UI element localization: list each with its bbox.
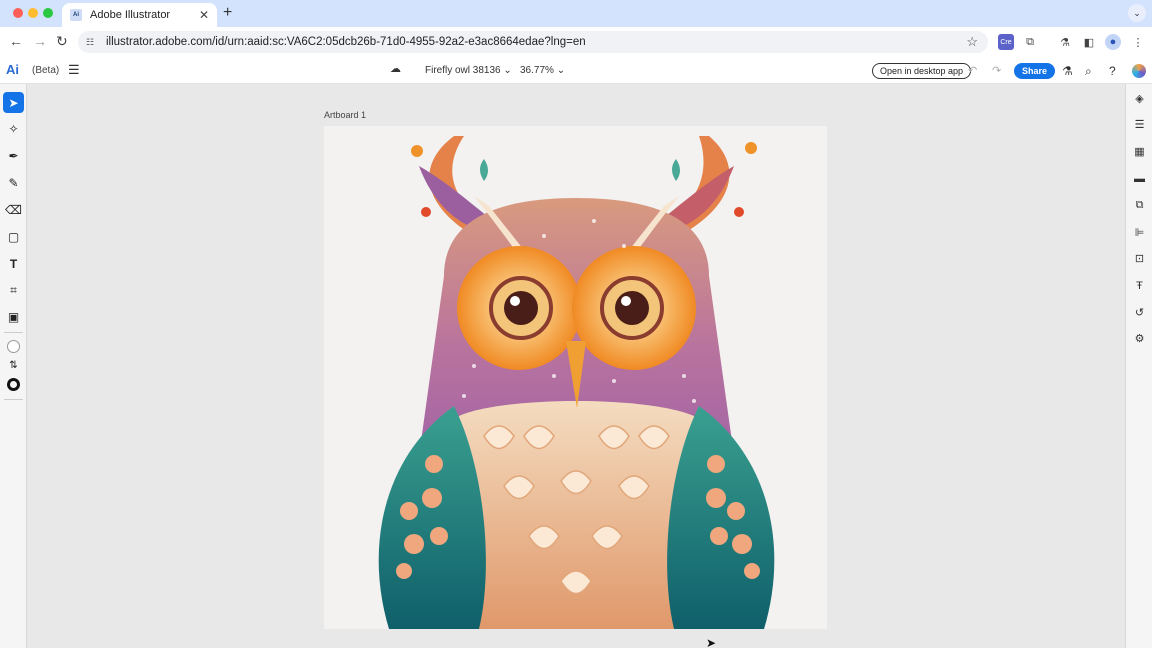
selection-tool[interactable]: ➤ <box>3 92 24 113</box>
crop-icon: ⌗ <box>10 283 17 297</box>
align-icon[interactable]: ⊫ <box>1131 224 1148 241</box>
tab-search-icon[interactable]: ⌄ <box>1128 4 1146 22</box>
maximize-window-button[interactable] <box>43 8 53 18</box>
pencil-icon: ✎ <box>8 175 19 190</box>
layers-icon[interactable]: ◈ <box>1131 90 1148 107</box>
artboard[interactable] <box>324 126 827 629</box>
type-tool[interactable]: T <box>3 253 24 274</box>
type-panel-icon[interactable]: Ŧ <box>1131 277 1148 294</box>
right-panel-bar: ◈ ☰ ▦ ▬ ⧉ ⊫ ⊡ Ŧ ↺ ⚙ <box>1125 84 1152 648</box>
main-menu-icon[interactable]: ☰ <box>68 62 80 78</box>
arrow-icon: ➤ <box>8 95 19 110</box>
new-tab-icon[interactable]: + <box>223 4 232 22</box>
libraries-icon[interactable]: ▦ <box>1131 143 1148 160</box>
pathfinder-icon[interactable]: ⧉ <box>1131 197 1148 214</box>
redo-icon[interactable]: ↷ <box>992 64 1001 77</box>
url-text: illustrator.adobe.com/id/urn:aaid:sc:VA6… <box>106 36 586 48</box>
stroke-icon <box>7 378 20 391</box>
address-bar[interactable]: ☷ illustrator.adobe.com/id/urn:aaid:sc:V… <box>78 31 988 53</box>
pencil-tool[interactable]: ✎ <box>3 172 24 193</box>
extension-icon[interactable]: Cre <box>998 34 1014 50</box>
document-name-dropdown[interactable]: Firefly owl 38136 ⌄ <box>425 65 512 76</box>
chevron-down-icon: ⌄ <box>503 65 512 76</box>
help-icon[interactable]: ? <box>1109 64 1116 78</box>
browser-tab-bar: Ai Adobe Illustrator ✕ + ⌄ <box>0 0 1152 27</box>
close-window-button[interactable] <box>13 8 23 18</box>
swap-icon: ⇅ <box>9 360 18 371</box>
labs-flask-icon[interactable]: ⚗ <box>1057 34 1073 50</box>
share-button[interactable]: Share <box>1014 63 1056 79</box>
image-icon: ▣ <box>7 309 20 324</box>
app-header: Ai (Beta) ☰ ☁ Firefly owl 38136 ⌄ 36.77%… <box>0 57 1152 84</box>
bookmark-star-icon[interactable]: ☆ <box>966 34 978 50</box>
chevron-down-icon: ⌄ <box>556 65 566 76</box>
toolbar-divider <box>4 332 23 333</box>
pen-icon: ✒ <box>8 148 19 163</box>
owl-artwork-image[interactable] <box>324 126 827 629</box>
image-trace-tool[interactable]: ▣ <box>3 306 24 327</box>
user-avatar[interactable] <box>1132 64 1146 78</box>
type-icon: T <box>9 256 18 271</box>
tab-title: Adobe Illustrator <box>90 9 171 21</box>
swap-colors[interactable]: ⇅ <box>3 355 24 376</box>
reload-icon[interactable]: ↻ <box>56 33 68 50</box>
illustrator-favicon-icon: Ai <box>70 9 82 21</box>
fill-swatch[interactable] <box>3 336 24 357</box>
pen-tool[interactable]: ✒ <box>3 145 24 166</box>
site-info-icon[interactable]: ☷ <box>86 37 98 47</box>
cloud-document-icon[interactable]: ☁ <box>390 62 401 75</box>
toolbar-divider <box>4 399 23 400</box>
mouse-cursor-icon: ➤ <box>706 636 717 648</box>
rectangle-icon: ▢ <box>7 229 20 244</box>
history-icon[interactable]: ↺ <box>1131 304 1148 321</box>
illustrator-logo[interactable]: Ai <box>6 62 19 77</box>
left-toolbar: ➤ ✧ ✒ ✎ ⌫ ▢ T ⌗ ▣ ⇅ <box>0 84 27 648</box>
profile-icon[interactable]: ● <box>1105 34 1121 50</box>
undo-icon[interactable]: ↶ <box>968 64 977 77</box>
browser-nav-bar: ← → ↻ ☷ illustrator.adobe.com/id/urn:aai… <box>0 27 1152 57</box>
properties-icon[interactable]: ☰ <box>1131 116 1148 133</box>
labs-icon[interactable]: ⚗ <box>1062 64 1073 78</box>
open-desktop-app-button[interactable]: Open in desktop app <box>872 63 972 79</box>
magic-icon: ✧ <box>8 121 19 136</box>
extensions-puzzle-icon[interactable]: ⧉ <box>1022 34 1038 50</box>
close-tab-icon[interactable]: ✕ <box>199 8 209 22</box>
fill-icon <box>7 340 20 353</box>
artboard-label: Artboard 1 <box>324 110 367 120</box>
forward-icon[interactable]: → <box>33 33 47 49</box>
zoom-dropdown[interactable]: 36.77% ⌄ <box>520 65 565 76</box>
browser-tab[interactable]: Ai Adobe Illustrator ✕ <box>62 3 217 27</box>
eraser-tool[interactable]: ⌫ <box>3 199 24 220</box>
stroke-swatch[interactable] <box>3 374 24 395</box>
settings-icon[interactable]: ⚙ <box>1131 330 1148 347</box>
document-name: Firefly owl 38136 <box>425 65 501 76</box>
search-icon[interactable]: ⌕ <box>1085 64 1092 79</box>
crop-tool[interactable]: ⌗ <box>3 280 24 301</box>
rectangle-tool[interactable]: ▢ <box>3 226 24 247</box>
zoom-value: 36.77% <box>520 65 554 76</box>
beta-label: (Beta) <box>32 65 60 76</box>
side-panel-icon[interactable]: ◧ <box>1081 34 1097 50</box>
minimize-window-button[interactable] <box>28 8 38 18</box>
comments-icon[interactable]: ▬ <box>1131 170 1148 187</box>
transform-icon[interactable]: ⊡ <box>1131 250 1148 267</box>
browser-menu-icon[interactable]: ⋮ <box>1130 34 1146 50</box>
direct-select-tool[interactable]: ✧ <box>3 118 24 139</box>
eraser-icon: ⌫ <box>5 202 22 217</box>
back-icon[interactable]: ← <box>9 33 23 49</box>
